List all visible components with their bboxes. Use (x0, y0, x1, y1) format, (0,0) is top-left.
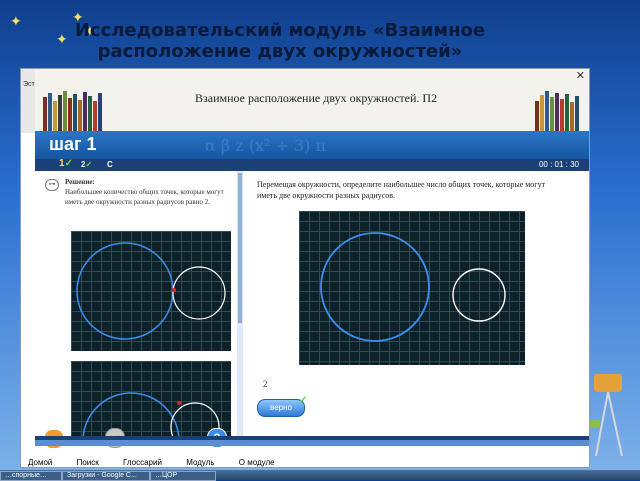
slide-title-line2: расположение двух окружностей» (97, 41, 463, 62)
grid-board-2 (71, 361, 231, 436)
bottom-menu: Домой Поиск Глоссарий Модуль О модуле (28, 458, 297, 470)
menu-item-module[interactable]: Модуль (186, 458, 214, 467)
menu-item-about[interactable]: О модуле (239, 458, 275, 467)
draggable-blue-circle (320, 232, 430, 342)
books-right-image (535, 91, 587, 131)
svg-text:α β z (x² ÷ 3) π: α β z (x² ÷ 3) π (205, 136, 326, 155)
check-icon: ✓ (85, 160, 93, 169)
formula-watermark: α β z (x² ÷ 3) π (205, 136, 326, 155)
draggable-white-circle (452, 268, 506, 322)
timer: 00 : 01 : 30 (538, 160, 579, 169)
star-icon: ✦ (10, 13, 22, 29)
left-strip: Эст (21, 69, 36, 133)
close-icon[interactable]: ✕ (576, 69, 585, 82)
solution-text: Решение: Наибольшее количество общих точ… (65, 177, 229, 207)
menu-item-search[interactable]: Поиск (77, 458, 99, 467)
step-label: шаг 1 (49, 134, 97, 155)
slide-title-line1: Исследовательский модуль «Взаимное (74, 20, 486, 41)
verify-button[interactable]: верно (257, 399, 305, 417)
window-banner: Взаимное расположение двух окружностей. … (35, 69, 589, 131)
answer-value: 2 (263, 379, 268, 389)
menu-item-home[interactable]: Домой (28, 458, 52, 467)
solution-panel: ⊶ Решение: Наибольшее количество общих т… (35, 171, 235, 436)
bottom-bar-lower (35, 440, 589, 446)
key-icon: ⊶ (45, 179, 59, 191)
check-icon: ✓ (64, 158, 73, 169)
step-navigation: 1✓ 2✓ С 00 : 01 : 30 (35, 158, 589, 171)
grid-board-1 (71, 231, 231, 351)
interactive-grid-board[interactable] (299, 211, 525, 365)
desk-stand-image (590, 374, 623, 457)
step-3-tab[interactable]: С (107, 160, 113, 169)
books-left-image (43, 91, 123, 131)
taskbar: …спорные… Загрузки - Google C... …ЦОР (0, 470, 640, 481)
window-title: Взаимное расположение двух окружностей. … (195, 91, 438, 105)
intersection-point (177, 401, 181, 405)
check-icon: ✓ (299, 395, 308, 406)
step-1-tab[interactable]: 1✓ (59, 158, 73, 169)
step-label-word: шаг (49, 134, 82, 154)
blue-circle (76, 242, 174, 340)
solution-body: Наибольшее количество общих точек, котор… (65, 188, 224, 206)
intersection-point (172, 288, 176, 292)
app-window: Эст Взаимное расположение двух окружност… (20, 68, 590, 468)
scrollbar[interactable] (238, 173, 242, 323)
step-2-tab[interactable]: 2✓ (81, 160, 92, 169)
step-header: шаг 1 α β z (x² ÷ 3) π (35, 131, 589, 159)
step-label-number: 1 (86, 134, 97, 154)
left-strip-label: Эст (23, 81, 35, 88)
white-circle (172, 266, 226, 320)
solution-heading: Решение: (65, 178, 95, 186)
task-panel: Перемещая окружности, определите наиболь… (243, 171, 589, 436)
task-text: Перемещая окружности, определите наиболь… (257, 180, 546, 200)
blue-circle (82, 392, 180, 436)
slide-title: Исследовательский модуль «Взаимное распо… (60, 20, 500, 62)
menu-item-glossary[interactable]: Глоссарий (123, 458, 162, 467)
